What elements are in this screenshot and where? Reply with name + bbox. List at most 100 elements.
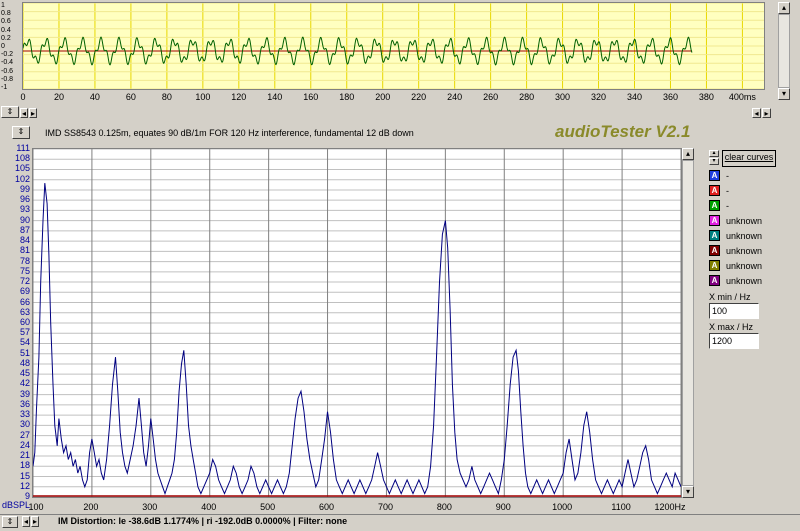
osc-x-tick-label: 340 (626, 92, 643, 102)
spec-x-tick-label: 500 (260, 502, 276, 512)
graph-title: IMD SS8543 0.125m, equates 90 dB/1m FOR … (45, 128, 414, 138)
spec-x-tick-label: 900 (495, 502, 511, 512)
legend-color-swatch[interactable]: A (709, 245, 720, 256)
spec-y-tick-label: 96 (19, 194, 30, 205)
spec-y-tick-label: 111 (16, 143, 30, 153)
spec-x-tick-label: 1200Hz (654, 502, 686, 512)
legend-color-swatch[interactable]: A (709, 200, 720, 211)
panel-down-icon[interactable]: ▾ (709, 158, 719, 165)
spec-x-tick-label: 400 (201, 502, 217, 512)
clear-curves-button[interactable]: clear curves (722, 150, 776, 167)
legend-color-swatch[interactable]: A (709, 185, 720, 196)
spec-y-tick-label: 18 (19, 460, 30, 471)
status-scroll-right-icon[interactable]: ▸ (31, 516, 39, 527)
legend-color-swatch[interactable]: A (709, 260, 720, 271)
spectrum-plot (32, 148, 682, 498)
legend-row[interactable]: Aunknown (709, 229, 762, 242)
osc-x-tick-label: 300 (555, 92, 571, 102)
osc-scroll-left-icon[interactable]: ◂ (20, 108, 28, 118)
y-axis-unit-label: dBSPL (2, 500, 31, 510)
spectrum-y-axis: 111 108 105 102 99 96 93 90 87 84 81 78 75 72 69 66 63 60… (0, 142, 32, 504)
x-max-input[interactable] (709, 333, 759, 349)
osc-x-tick-label: 20 (53, 92, 64, 102)
osc-scrollbar-up-icon[interactable]: ▴ (778, 2, 790, 14)
spec-scrollbar-down-icon[interactable]: ▾ (682, 486, 694, 498)
osc-zoom-right-icon[interactable]: ▸ (762, 108, 771, 118)
legend-color-swatch[interactable]: A (709, 215, 720, 226)
legend-color-swatch[interactable]: A (709, 230, 720, 241)
osc-y-tick-label: 1 (1, 2, 5, 9)
legend-row[interactable]: A- (709, 169, 729, 182)
spec-y-tick-label: 36 (19, 398, 30, 409)
spec-vertical-scrollbar[interactable] (682, 160, 694, 486)
graph-spin-icon[interactable]: ⇕ (12, 126, 30, 139)
osc-x-tick-label: 160 (303, 92, 319, 102)
spectrum-curve (32, 183, 682, 496)
spec-y-tick-label: 63 (19, 306, 30, 317)
osc-y-tick-label: -0.6 (1, 67, 14, 75)
spec-y-tick-label: 108 (14, 153, 30, 164)
legend-color-swatch[interactable]: A (709, 170, 720, 181)
osc-y-tick-label: -0.2 (1, 51, 14, 59)
legend-row[interactable]: A- (709, 199, 729, 212)
spec-y-tick-label: 12 (19, 480, 30, 491)
osc-y-tick-label: -1 (1, 84, 8, 91)
osc-vertical-spin-icon[interactable]: ⇕ (1, 106, 19, 118)
osc-x-tick-label: 60 (125, 92, 136, 102)
legend-curve-name: unknown (726, 260, 763, 271)
osc-x-tick-label: 400ms (728, 92, 756, 102)
status-text: IM Distortion: le -38.6dB 1.1774% | ri -… (58, 516, 348, 526)
legend-color-swatch[interactable]: A (709, 275, 720, 286)
spec-y-tick-label: 75 (19, 265, 30, 276)
app-logo: audioTester V2.1 (555, 122, 691, 141)
osc-x-tick-label: 80 (161, 92, 172, 102)
legend-curve-name: unknown (726, 275, 763, 286)
osc-y-tick-label: 0 (1, 43, 5, 50)
panel-up-icon[interactable]: ▴ (709, 150, 719, 157)
spec-y-tick-label: 84 (19, 235, 30, 246)
spec-x-tick-label: 300 (142, 502, 158, 512)
x-min-input[interactable] (709, 303, 759, 319)
osc-scrollbar-down-icon[interactable]: ▾ (778, 88, 790, 100)
osc-x-tick-label: 180 (339, 92, 355, 102)
osc-x-tick-label: 0 (20, 92, 26, 102)
osc-x-tick-label: 220 (411, 92, 427, 102)
legend-row[interactable]: Aunknown (709, 244, 762, 257)
osc-y-tick-label: -0.4 (1, 59, 14, 67)
spectrum-svg (32, 148, 682, 498)
osc-zoom-left-icon[interactable]: ◂ (752, 108, 761, 118)
spec-y-tick-label: 42 (19, 378, 30, 389)
spec-y-tick-label: 30 (19, 419, 30, 430)
spectrum-x-axis: 100 200 300 400 500 600 700 800 900 1000 1100 1200H… (28, 502, 686, 514)
osc-y-tick-label: 0.4 (1, 26, 11, 34)
legend-curve-name: - (726, 170, 729, 181)
status-spin-icon[interactable]: ⇕ (2, 516, 18, 528)
spec-y-tick-label: 93 (19, 204, 30, 215)
osc-y-tick-label: 0.2 (1, 34, 11, 42)
osc-y-tick-label: 0.6 (1, 18, 11, 26)
legend-row[interactable]: Aunknown (709, 214, 762, 227)
spec-scrollbar-up-icon[interactable]: ▴ (682, 148, 694, 160)
spec-x-tick-label: 600 (319, 502, 335, 512)
osc-x-tick-label: 100 (195, 92, 211, 102)
osc-vertical-scrollbar[interactable] (778, 14, 790, 88)
legend-row[interactable]: A- (709, 184, 729, 197)
spec-y-tick-label: 81 (19, 245, 30, 256)
spec-y-tick-label: 72 (19, 276, 30, 287)
status-scroll-left-icon[interactable]: ◂ (22, 516, 30, 527)
oscilloscope-y-axis: 1 0.8 0.6 0.4 0.2 0 -0.2 -0.4 -0.6 -0.8 -1 (0, 0, 22, 91)
spec-y-tick-label: 102 (14, 173, 30, 184)
oscilloscope-svg (22, 2, 764, 90)
spec-y-tick-label: 33 (19, 409, 30, 420)
osc-x-tick-label: 380 (698, 92, 714, 102)
spec-y-tick-label: 45 (19, 368, 30, 379)
spec-y-tick-label: 54 (19, 337, 30, 348)
legend-curve-name: unknown (726, 230, 763, 241)
spec-y-tick-label: 90 (19, 214, 30, 225)
legend-row[interactable]: Aunknown (709, 274, 762, 287)
osc-scroll-right-icon[interactable]: ▸ (29, 108, 37, 118)
spec-y-tick-label: 39 (19, 388, 30, 399)
legend-curve-name: unknown (726, 245, 763, 256)
legend-curve-name: unknown (726, 215, 763, 226)
legend-row[interactable]: Aunknown (709, 259, 762, 272)
